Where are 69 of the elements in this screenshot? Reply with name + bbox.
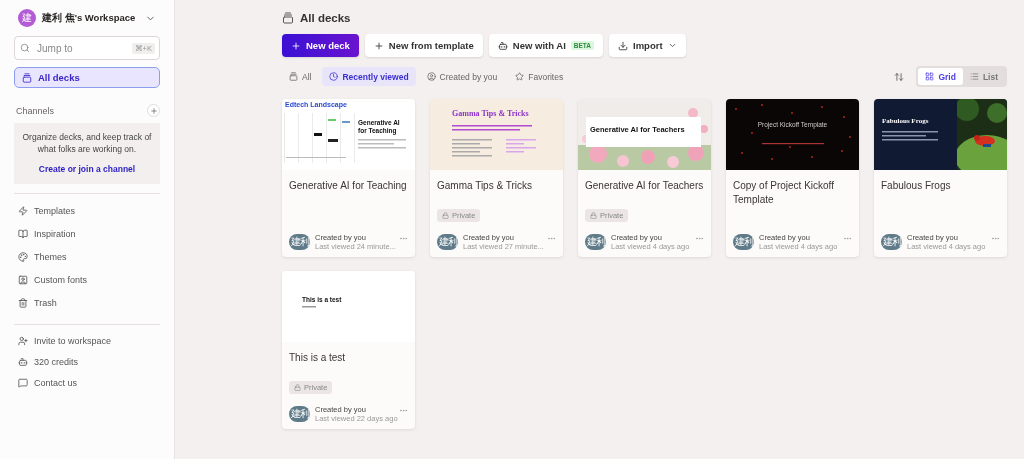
- deck-title: Copy of Project Kickoff Template: [733, 179, 835, 207]
- filter-tab[interactable]: All: [282, 67, 319, 86]
- text-lines-drawing: [452, 139, 492, 159]
- filter-tab[interactable]: Created by you: [419, 67, 505, 86]
- clock-icon: [329, 72, 339, 81]
- text-lines-drawing: [302, 306, 316, 310]
- book-icon: [18, 229, 28, 240]
- owner-avatar: 建利: [733, 234, 754, 250]
- stack-icon: [22, 72, 32, 83]
- nav-item[interactable]: Contact us: [14, 372, 160, 394]
- plus-icon: [149, 106, 158, 115]
- nav-item[interactable]: Trash: [14, 291, 160, 315]
- user-icon: [426, 72, 436, 81]
- nav-item[interactable]: Inspiration: [14, 222, 160, 246]
- workspace-avatar: 建: [18, 9, 36, 27]
- trash-icon: [18, 298, 28, 309]
- section-title: Channels: [16, 105, 55, 116]
- text-lines-drawing: [506, 139, 536, 155]
- thumbnail-title: Gamma Tips & Tricks: [452, 109, 529, 119]
- page-title: All decks: [300, 12, 351, 24]
- deck-title: Gamma Tips & Tricks: [437, 179, 533, 193]
- owner-avatar: 建利: [289, 234, 310, 250]
- nav-item[interactable]: 320 credits: [14, 351, 160, 373]
- owner-avatar: 建利: [881, 234, 902, 250]
- action-button[interactable]: Import: [609, 34, 686, 57]
- chat-icon: [18, 378, 28, 389]
- lock-icon: [442, 212, 449, 219]
- robot-icon: [18, 357, 28, 368]
- grid-icon: [925, 72, 935, 81]
- lightning-icon: [18, 206, 28, 217]
- stack-icon: [282, 12, 294, 24]
- deck-title: Generative AI for Teachers: [585, 179, 704, 193]
- palette-icon: [18, 252, 28, 263]
- owner-avatar: 建利: [437, 234, 458, 250]
- action-button[interactable]: New deck: [282, 34, 359, 57]
- plus-icon: [373, 40, 384, 51]
- owner-avatar: 建利: [585, 234, 606, 250]
- lock-icon: [294, 384, 301, 391]
- list-icon: [969, 72, 979, 81]
- workspace-name: 建利 焦's Workspace: [42, 11, 137, 25]
- add-user-icon: [18, 336, 28, 347]
- view-option[interactable]: Grid: [918, 68, 963, 85]
- lock-icon: [590, 212, 597, 219]
- add-channel-button[interactable]: [147, 104, 160, 117]
- filter-tab[interactable]: Recently viewed: [322, 67, 416, 86]
- deck-title: Generative AI for Teaching: [289, 179, 408, 193]
- contact-icon: [18, 275, 28, 286]
- table-drawing: [284, 113, 356, 165]
- nav-item[interactable]: Invite to workspace: [14, 330, 160, 352]
- action-button[interactable]: New from template: [364, 34, 483, 57]
- empty-message: Organize decks, and keep track of what folks are working on.: [21, 131, 153, 156]
- robot-icon: [497, 40, 508, 51]
- deck-title: Fabulous Frogs: [881, 179, 952, 193]
- deck-title: This is a test: [289, 351, 347, 365]
- star-icon: [515, 72, 525, 81]
- nav-item[interactable]: Custom fonts: [14, 268, 160, 292]
- stack-icon: [289, 72, 298, 81]
- import-icon: [618, 40, 628, 51]
- text-lines-drawing: [358, 139, 406, 151]
- chevron-down-icon: [667, 41, 677, 50]
- channel-link[interactable]: Create or join a channel: [38, 163, 136, 174]
- nav-item[interactable]: Themes: [14, 245, 160, 269]
- sort-button[interactable]: [894, 71, 905, 82]
- filter-tab[interactable]: Favorites: [508, 67, 571, 86]
- text-lines-drawing: [882, 131, 938, 143]
- owner-avatar: 建利: [289, 406, 310, 422]
- nav-item[interactable]: Templates: [14, 199, 160, 223]
- nav-item[interactable]: All decks: [14, 67, 160, 88]
- plus-icon: [291, 40, 301, 51]
